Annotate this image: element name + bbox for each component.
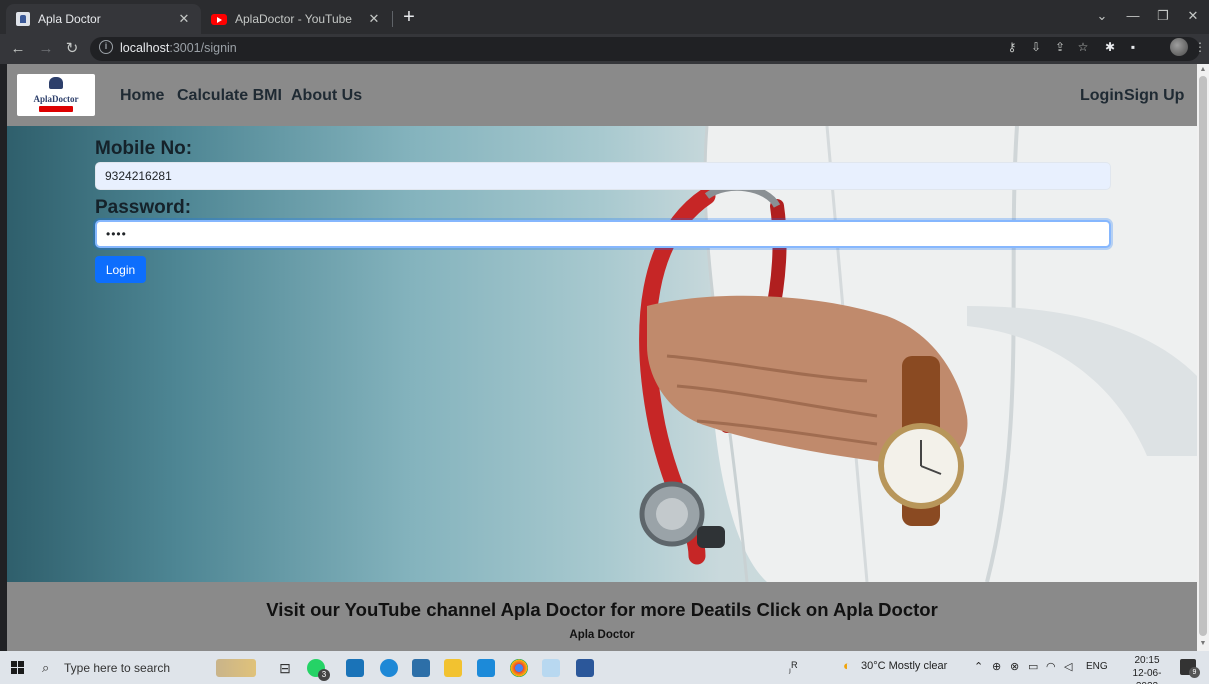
tab-youtube[interactable]: AplaDoctor - YouTube ✕: [201, 4, 391, 34]
close-window-icon[interactable]: ✕: [1180, 6, 1206, 26]
taskbar-search-placeholder: Type here to search: [64, 660, 171, 675]
word-icon[interactable]: [576, 659, 594, 677]
mobile-input[interactable]: [95, 162, 1111, 190]
page-scrollbar[interactable]: ▲ ▼: [1197, 64, 1209, 651]
browser-tab-strip: Apla Doctor ✕ AplaDoctor - YouTube ✕ + ⌄…: [0, 0, 1209, 34]
taskbar-clock[interactable]: 20:15 12-06-2023: [1124, 654, 1170, 684]
mail-icon[interactable]: [346, 659, 364, 677]
url-text: localhost:3001/signin: [120, 41, 237, 55]
bookmark-star-icon[interactable]: ☆: [1076, 40, 1090, 54]
install-app-icon[interactable]: ⇩: [1029, 40, 1043, 54]
password-input[interactable]: [95, 220, 1111, 248]
whatsapp-icon[interactable]: 3: [307, 659, 330, 681]
whatsapp-badge: 3: [318, 669, 330, 681]
nav-signup-link[interactable]: Sign Up: [1124, 87, 1184, 105]
volume-icon[interactable]: ◁: [1064, 660, 1072, 673]
vscode-icon[interactable]: [477, 659, 495, 677]
clock-time: 20:15: [1134, 655, 1160, 666]
hero-background-image: [7, 126, 1197, 582]
youtube-badge-icon: [39, 106, 73, 112]
people-icon[interactable]: ⱼR: [789, 660, 798, 676]
site-logo[interactable]: AplaDoctor: [17, 74, 95, 116]
tab-title: Apla Doctor: [38, 12, 101, 26]
task-view-icon[interactable]: ⊟: [276, 659, 294, 677]
site-navbar: AplaDoctor Home Calculate BMI About Us L…: [7, 64, 1197, 126]
tab-separator: [392, 11, 393, 27]
youtube-favicon-icon: [211, 13, 227, 25]
site-footer: Visit our YouTube channel Apla Doctor fo…: [7, 582, 1197, 651]
page-viewport: AplaDoctor Home Calculate BMI About Us L…: [7, 64, 1197, 651]
back-icon[interactable]: ←: [8, 39, 28, 59]
notification-center-icon[interactable]: 9: [1180, 659, 1200, 678]
password-label: Password:: [95, 197, 192, 218]
weather-icon: ◐: [843, 658, 851, 673]
side-panel-icon[interactable]: ▪: [1126, 40, 1140, 54]
battery-icon[interactable]: ▭: [1028, 660, 1038, 673]
edge-browser-icon[interactable]: [380, 659, 398, 677]
close-tab-icon[interactable]: ✕: [177, 11, 191, 27]
reload-icon[interactable]: ↻: [62, 39, 82, 59]
logo-text: AplaDoctor: [33, 94, 79, 104]
url-path: :3001/signin: [169, 41, 237, 55]
extensions-icon[interactable]: ✱: [1103, 40, 1117, 54]
site-info-icon[interactable]: i: [99, 40, 113, 54]
close-tab-icon[interactable]: ✕: [367, 11, 381, 27]
tray-overflow-icon[interactable]: ⌃: [974, 660, 983, 673]
weather-text[interactable]: 30°C Mostly clear: [861, 660, 947, 672]
tab-search-icon[interactable]: ⌄: [1089, 6, 1115, 26]
windows-taskbar: ⌕ Type here to search ⊟ 3 ⱼR ◐ 30°C Most…: [0, 651, 1209, 684]
search-icon: ⌕: [42, 659, 50, 675]
scroll-down-icon[interactable]: ▼: [1199, 640, 1207, 647]
restore-icon[interactable]: ❐: [1150, 6, 1176, 26]
url-host: localhost: [120, 41, 170, 55]
taskbar-search-box[interactable]: ⌕ Type here to search: [38, 655, 204, 680]
meet-now-icon[interactable]: ⊕: [992, 660, 1001, 673]
clock-date: 12-06-2023: [1132, 668, 1162, 684]
tab-apla-doctor[interactable]: Apla Doctor ✕: [6, 4, 201, 34]
mobile-label: Mobile No:: [95, 138, 193, 159]
windows-start-icon[interactable]: [11, 661, 25, 675]
scroll-up-icon[interactable]: ▲: [1199, 66, 1207, 73]
tab-title: AplaDoctor - YouTube: [235, 12, 352, 26]
key-icon[interactable]: ⚷: [1005, 40, 1019, 54]
nav-login-link[interactable]: Login: [1080, 87, 1124, 105]
location-icon[interactable]: ⊗: [1010, 660, 1019, 673]
minimize-icon[interactable]: —: [1120, 6, 1146, 26]
profile-avatar[interactable]: [1170, 38, 1188, 56]
nav-home-link[interactable]: Home: [120, 87, 164, 105]
apla-doctor-favicon-icon: [16, 12, 30, 26]
notification-count: 9: [1189, 667, 1200, 678]
login-submit-button[interactable]: Login: [95, 256, 146, 283]
language-indicator[interactable]: ENG: [1086, 661, 1108, 672]
footer-title: Visit our YouTube channel Apla Doctor fo…: [266, 599, 938, 620]
scrollbar-thumb[interactable]: [1199, 76, 1207, 636]
doctor-stethoscope-illustration: [639, 126, 1197, 582]
footer-youtube-link[interactable]: Apla Doctor: [7, 629, 1197, 641]
nav-about-us-link[interactable]: About Us: [291, 87, 362, 105]
chrome-menu-icon[interactable]: ⋮: [1193, 40, 1207, 54]
nav-calculate-bmi-link[interactable]: Calculate BMI: [177, 87, 282, 105]
forward-icon[interactable]: →: [36, 39, 56, 59]
file-explorer-icon[interactable]: [444, 659, 462, 677]
browser-toolbar: ← → ↻ i localhost:3001/signin ⚷ ⇩ ⇪ ☆ ✱ …: [0, 34, 1209, 64]
new-tab-icon[interactable]: +: [398, 6, 420, 28]
wifi-icon[interactable]: ◠: [1046, 660, 1056, 673]
chrome-taskbar-icon[interactable]: [510, 659, 528, 677]
doctor-logo-icon: [49, 77, 63, 89]
store-icon[interactable]: [412, 659, 430, 677]
search-highlight-icon[interactable]: [216, 659, 256, 677]
paint-icon[interactable]: [542, 659, 560, 677]
share-icon[interactable]: ⇪: [1053, 40, 1067, 54]
